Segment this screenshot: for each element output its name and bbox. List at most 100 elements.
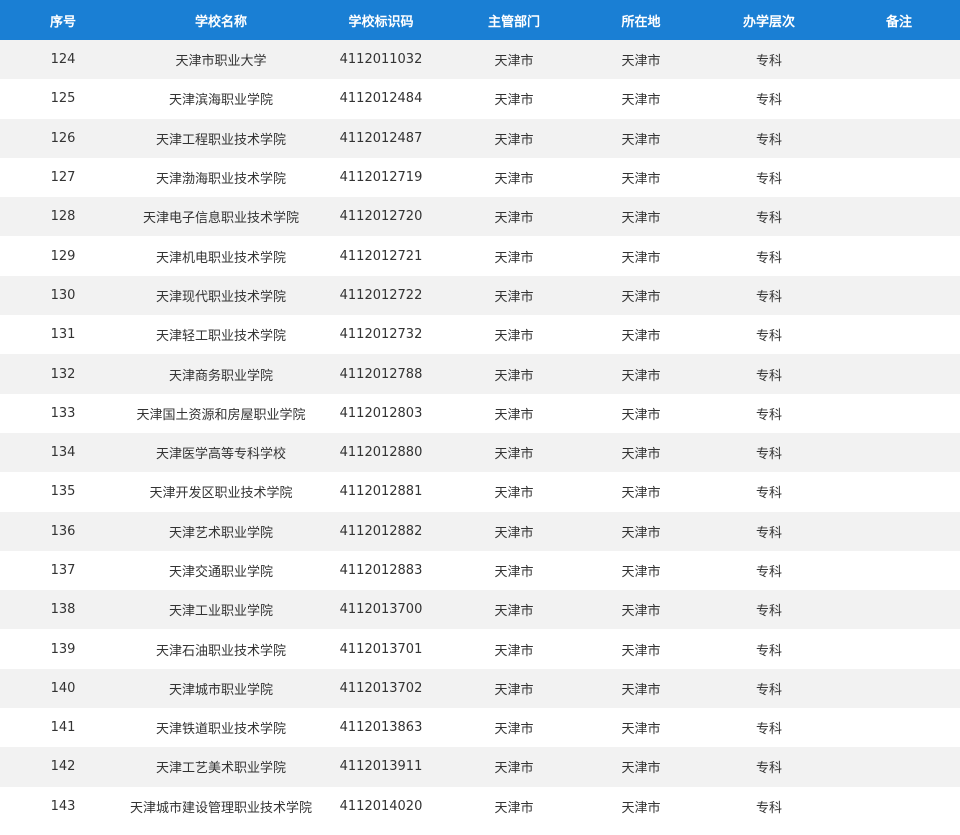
cell-school-name: 天津城市建设管理职业技术学院 [129,800,312,816]
cell-school-code: 4112012722 [339,287,423,303]
cell-remarks [838,236,960,275]
cell-index: 126 [50,130,76,146]
cell-index: 139 [50,641,76,657]
cell-school-code: 4112012788 [339,366,423,382]
cell-level: 专科 [755,525,782,541]
cell-authority: 天津市 [494,604,534,620]
cell-remarks [838,551,960,590]
table-row: 128 天津电子信息职业技术学院 4112012720 天津市 天津市 专科 [0,197,960,237]
cell-remarks [838,315,960,354]
cell-school-code: 4112012719 [339,170,423,186]
cell-school-name: 天津开发区职业技术学院 [149,486,293,502]
header-remarks: 备注 [885,14,912,30]
cell-authority: 天津市 [494,289,534,305]
table-body: 124 天津市职业大学 4112011032 天津市 天津市 专科 125 天津滨海职业学院 4… [0,40,960,826]
cell-remarks [838,79,960,118]
cell-index: 141 [50,720,76,736]
cell-remarks [838,394,960,433]
cell-level: 专科 [755,172,782,188]
cell-school-name: 天津机电职业技术学院 [155,250,286,266]
cell-remarks [838,669,960,708]
table-row: 136 天津艺术职业学院 4112012882 天津市 天津市 专科 [0,511,960,551]
cell-school-code: 4112011032 [339,52,423,68]
cell-authority: 天津市 [494,682,534,698]
cell-index: 137 [50,563,76,578]
cell-authority: 天津市 [494,447,534,463]
table-row: 125 天津滨海职业学院 4112012484 天津市 天津市 专科 [0,79,960,119]
cell-school-name: 天津城市职业学院 [168,682,273,698]
cell-school-code: 4112013911 [339,759,423,775]
table-row: 130 天津现代职业技术学院 4112012722 天津市 天津市 专科 [0,275,960,316]
cell-location: 天津市 [621,761,661,777]
cell-school-code: 4112013702 [339,680,423,696]
cell-index: 138 [50,602,76,618]
cell-level: 专科 [755,250,782,266]
cell-authority: 天津市 [494,132,534,148]
table-row: 135 天津开发区职业技术学院 4112012881 天津市 天津市 专科 [0,472,960,512]
cell-location: 天津市 [621,93,661,109]
cell-location: 天津市 [621,407,661,423]
cell-level: 专科 [755,722,782,738]
cell-location: 天津市 [621,172,661,188]
cell-location: 天津市 [621,682,661,698]
school-list-table: 序号 学校名称 学校标识码 主管部门 所在地 办学层次 备注 124 天津市职业大… [0,0,960,826]
cell-remarks [838,158,960,197]
cell-level: 专科 [755,800,782,816]
cell-school-code: 4112012883 [339,563,423,578]
table-row: 133 天津国土资源和房屋职业学院 4112012803 天津市 天津市 专科 [0,393,960,433]
cell-index: 125 [50,91,76,107]
table-row: 127 天津渤海职业技术学院 4112012719 天津市 天津市 专科 [0,157,960,198]
table-row: 137 天津交通职业学院 4112012883 天津市 天津市 专科 [0,550,960,591]
cell-index: 124 [50,52,76,68]
cell-school-name: 天津交通职业学院 [168,565,273,580]
table-row: 124 天津市职业大学 4112011032 天津市 天津市 专科 [0,40,960,80]
cell-location: 天津市 [621,250,661,266]
cell-authority: 天津市 [494,486,534,502]
cell-level: 专科 [755,486,782,502]
cell-index: 130 [50,287,76,303]
cell-location: 天津市 [621,447,661,463]
cell-school-name: 天津电子信息职业技术学院 [142,211,299,227]
cell-level: 专科 [755,565,782,580]
cell-level: 专科 [755,604,782,620]
cell-school-name: 天津工艺美术职业学院 [155,761,286,777]
cell-authority: 天津市 [494,368,534,384]
cell-school-code: 4112012803 [339,405,423,421]
header-school-code: 学校标识码 [348,14,414,30]
cell-remarks [838,590,960,629]
cell-school-name: 天津轻工职业技术学院 [155,329,286,345]
cell-authority: 天津市 [494,211,534,227]
cell-authority: 天津市 [494,93,534,109]
cell-school-name: 天津铁道职业技术学院 [155,722,286,738]
cell-location: 天津市 [621,722,661,738]
cell-index: 142 [50,759,76,775]
cell-index: 134 [50,445,76,461]
table-row: 134 天津医学高等专科学校 4112012880 天津市 天津市 专科 [0,432,960,473]
cell-remarks [838,472,960,511]
cell-remarks [838,354,960,393]
cell-remarks [838,708,960,747]
cell-school-name: 天津艺术职业学院 [168,525,273,541]
header-authority: 主管部门 [487,14,540,30]
cell-authority: 天津市 [494,525,534,541]
cell-remarks [838,787,960,826]
cell-level: 专科 [755,211,782,227]
cell-school-name: 天津工业职业学院 [168,604,273,620]
cell-authority: 天津市 [494,172,534,188]
cell-location: 天津市 [621,604,661,620]
cell-location: 天津市 [621,368,661,384]
cell-location: 天津市 [621,289,661,305]
cell-level: 专科 [755,682,782,698]
header-location: 所在地 [621,14,661,30]
cell-index: 132 [50,366,76,382]
cell-level: 专科 [755,447,782,463]
cell-index: 133 [50,405,76,421]
cell-index: 136 [50,523,76,539]
cell-index: 143 [50,798,76,814]
table-row: 143 天津城市建设管理职业技术学院 4112014020 天津市 天津市 专科 [0,786,960,826]
cell-authority: 天津市 [494,407,534,423]
cell-location: 天津市 [621,486,661,502]
cell-school-code: 4112012484 [339,91,423,107]
cell-school-name: 天津现代职业技术学院 [155,289,286,305]
cell-remarks [838,747,960,786]
